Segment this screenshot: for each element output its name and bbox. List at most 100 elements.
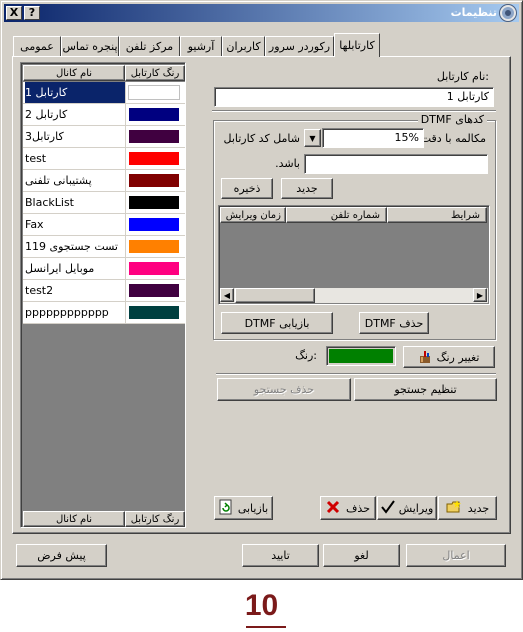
- scroll-right-arrow-icon[interactable]: ▶: [473, 288, 487, 302]
- tab-label: رکوردر سرور: [268, 40, 331, 53]
- delete-dtmf-button[interactable]: حذف DTMF: [359, 312, 429, 334]
- accuracy-input[interactable]: 15%: [322, 128, 424, 148]
- refresh-cartable-button[interactable]: بازیابی: [214, 496, 273, 520]
- dropdown-arrow-icon[interactable]: ▼: [304, 129, 321, 147]
- grid-header-edit-time[interactable]: زمان ویرایش: [220, 207, 286, 223]
- list-item-color-swatch: [129, 152, 179, 165]
- tab-label: کاربران: [226, 40, 261, 53]
- list-item[interactable]: کارتابل 2: [23, 104, 185, 126]
- apply-button[interactable]: اعمال: [406, 544, 506, 567]
- grid-header-phone[interactable]: شماره تلفن: [286, 207, 387, 223]
- color-label: :رنگ: [295, 349, 317, 362]
- tab-archive[interactable]: آرشیو: [180, 36, 222, 56]
- refresh-cartable-label: بازیابی: [237, 501, 269, 515]
- list-item-color-swatch: [129, 130, 179, 143]
- column-separator: [125, 214, 126, 235]
- color-preview: [326, 346, 396, 366]
- tab-call-window[interactable]: پنجره تماس: [61, 36, 119, 56]
- cartable-name-label: :نام کارتابل: [436, 70, 489, 83]
- column-separator: [125, 192, 126, 213]
- column-separator: [125, 302, 126, 323]
- list-item-color-swatch: [129, 240, 179, 253]
- list-item[interactable]: test: [23, 148, 185, 170]
- be-label: باشد.: [275, 157, 300, 170]
- change-color-button[interactable]: تغییر رنگ: [403, 346, 495, 368]
- tab-phone-center[interactable]: مرکز تلفن: [119, 36, 180, 56]
- dtmf-save-button[interactable]: ذخیره: [221, 178, 273, 199]
- list-item[interactable]: Fax: [23, 214, 185, 236]
- list-item[interactable]: پشتیبانی تلفنی: [23, 170, 185, 192]
- dtmf-new-button[interactable]: جدید: [281, 178, 333, 199]
- tab-recorder-server[interactable]: رکوردر سرور: [265, 36, 334, 56]
- close-button[interactable]: X: [6, 6, 22, 20]
- list-item[interactable]: BlackList: [23, 192, 185, 214]
- delete-cartable-label: حذف: [346, 501, 370, 515]
- tab-users[interactable]: کاربران: [222, 36, 265, 56]
- channel-list[interactable]: رنگ کارتابل نام کانال کارتابل 1 کارتابل 2…: [20, 62, 186, 528]
- edit-cartable-label: ویرایش: [398, 501, 434, 515]
- tab-general[interactable]: عمومی: [13, 36, 61, 56]
- column-separator: [125, 258, 126, 279]
- edit-cartable-button[interactable]: ویرایش: [377, 496, 437, 520]
- new-cartable-button[interactable]: جدید: [438, 496, 497, 520]
- column-separator: [125, 104, 126, 125]
- list-item-name: pppppppppppp: [25, 306, 109, 319]
- column-footer-color: رنگ کارتابل: [125, 511, 185, 527]
- dtmf-group-title: کدهای DTMF: [417, 113, 487, 126]
- column-separator: [125, 170, 126, 191]
- page-number-underline: [246, 626, 286, 628]
- set-search-button[interactable]: تنظیم جستجو: [354, 378, 497, 401]
- default-button[interactable]: پیش فرض: [16, 544, 107, 567]
- cancel-button[interactable]: لغو: [323, 544, 400, 567]
- list-item[interactable]: تست جستجوی 119: [23, 236, 185, 258]
- list-item-name: تست جستجوی 119: [25, 240, 118, 253]
- list-item-color-swatch: [129, 218, 179, 231]
- window-title: تنظیمات: [450, 6, 497, 19]
- list-item-color-swatch: [129, 108, 179, 121]
- column-separator: [125, 126, 126, 147]
- list-item[interactable]: کارتابل3: [23, 126, 185, 148]
- list-item-color-swatch: [129, 306, 179, 319]
- column-header-color[interactable]: رنگ کارتابل: [125, 65, 185, 81]
- tab-label: عمومی: [20, 40, 54, 53]
- cartable-name-input[interactable]: کارتابل 1: [214, 87, 494, 107]
- refresh-dtmf-button[interactable]: بازیابی DTMF: [221, 312, 333, 334]
- list-item-color-swatch: [129, 196, 179, 209]
- list-item[interactable]: test2: [23, 280, 185, 302]
- tab-cartables[interactable]: کارتابلها: [334, 33, 380, 57]
- column-separator: [125, 82, 126, 103]
- refresh-document-icon: [219, 499, 233, 518]
- paint-brush-icon: [419, 350, 431, 364]
- column-separator: [125, 280, 126, 301]
- dtmf-grid[interactable]: شرایط شماره تلفن زمان ویرایش ◀ ▶: [218, 205, 490, 305]
- color-fill: [329, 349, 393, 363]
- accuracy-value: 15%: [394, 131, 419, 144]
- list-item-name: Fax: [25, 218, 44, 231]
- tab-label: مرکز تلفن: [125, 40, 174, 53]
- scroll-left-arrow-icon[interactable]: ◀: [220, 288, 234, 302]
- list-item-color-swatch: [129, 262, 179, 275]
- dtmf-code-input[interactable]: [304, 154, 488, 174]
- tab-label: آرشیو: [187, 40, 215, 53]
- column-footer-name: نام کانال: [23, 511, 125, 527]
- scroll-thumb[interactable]: [235, 288, 315, 303]
- column-header-name[interactable]: نام کانال: [23, 65, 125, 81]
- contains-code-label: شامل کد کارتابل: [223, 132, 300, 145]
- grid-horizontal-scrollbar[interactable]: ◀ ▶: [220, 288, 488, 303]
- delete-search-button[interactable]: حذف جستجو: [217, 378, 351, 401]
- list-item-color-swatch: [129, 284, 179, 297]
- list-item-name: test: [25, 152, 47, 165]
- list-item-name: پشتیبانی تلفنی: [25, 174, 92, 187]
- list-item-name: test2: [25, 284, 54, 297]
- list-item[interactable]: کارتابل 1: [23, 82, 185, 104]
- delete-x-icon: [326, 500, 340, 517]
- list-item[interactable]: موبایل ایرانسل: [23, 258, 185, 280]
- delete-cartable-button[interactable]: حذف: [320, 496, 376, 520]
- grid-header-conditions[interactable]: شرایط: [387, 207, 487, 223]
- list-item-name: کارتابل 2: [25, 108, 68, 121]
- search-divider: [216, 373, 496, 375]
- list-item[interactable]: pppppppppppp: [23, 302, 185, 324]
- help-button[interactable]: ?: [24, 6, 40, 20]
- ok-button[interactable]: تایید: [242, 544, 319, 567]
- app-gear-icon: [500, 5, 516, 21]
